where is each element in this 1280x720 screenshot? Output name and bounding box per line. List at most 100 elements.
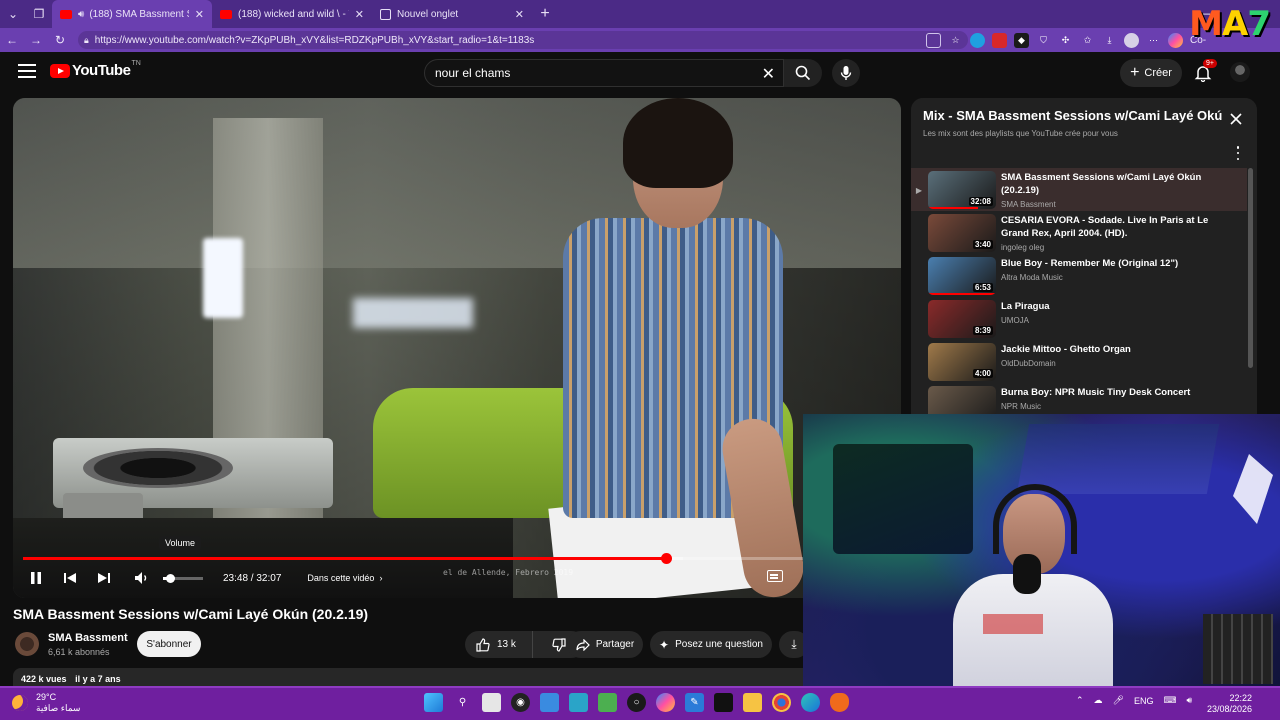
playlist-item[interactable]: 4:00 Jackie Mittoo - Ghetto Organ OldDubDo… (911, 340, 1247, 383)
tray-mic-icon[interactable]: 🎤︎ (1113, 695, 1124, 706)
subtitles-icon[interactable] (767, 570, 783, 582)
playlist-item[interactable]: 6:53 Blue Boy - Remember Me (Original 12"… (911, 254, 1247, 297)
more-vertical-icon[interactable] (1233, 146, 1243, 160)
tab-close-icon[interactable]: ✕ (355, 8, 364, 21)
extension-red-icon[interactable] (992, 32, 1007, 48)
tray-chevron-up-icon[interactable]: ⌃ (1076, 695, 1084, 706)
system-clock[interactable]: 22:22 23/08/2026 (1206, 693, 1252, 715)
task-view-icon[interactable] (482, 693, 501, 712)
dark-app-icon[interactable] (714, 693, 733, 712)
pen-app-icon[interactable]: ✎ (685, 693, 704, 712)
close-icon[interactable] (1229, 112, 1243, 126)
playlist-item[interactable]: ▶ 32:08 SMA Bassment Sessions w/Cami Layé … (911, 168, 1247, 211)
volume-slider[interactable] (163, 573, 203, 583)
chrome-like-icon[interactable] (772, 693, 791, 712)
copilot-icon[interactable] (1168, 32, 1183, 48)
playlist-item-title: Jackie Mittoo - Ghetto Organ (1001, 344, 1131, 355)
youtube-logo[interactable]: YouTube TN (50, 60, 141, 79)
extension-shield-icon[interactable]: ⛉ (1036, 33, 1051, 48)
next-button[interactable] (87, 566, 121, 590)
video-thumbnail[interactable]: 32:08 (928, 171, 996, 209)
green-app-icon[interactable] (598, 693, 617, 712)
video-thumbnail[interactable]: 6:53 (928, 257, 996, 295)
network-icon[interactable]: ⌨︎ (1164, 695, 1177, 706)
new-tab-page-icon (380, 8, 391, 20)
playlist-title[interactable]: Mix - SMA Bassment Sessions w/Cami Layé … (923, 108, 1223, 123)
mute-button[interactable] (125, 566, 159, 590)
subscribe-button[interactable]: S'abonner (137, 631, 201, 657)
app-grid-icon[interactable] (926, 32, 941, 48)
language-indicator[interactable]: ENG (1134, 696, 1154, 706)
notifications-button[interactable]: 9+ (1194, 59, 1217, 83)
pause-button[interactable] (19, 566, 53, 590)
tab-title: Nouvel onglet (397, 8, 459, 20)
browser-tab[interactable]: Nouvel onglet ✕ (372, 0, 532, 28)
back-arrow-icon[interactable]: ← (0, 28, 24, 52)
volume-tray-icon[interactable]: 🔊︎ (1187, 695, 1193, 706)
tab-close-icon[interactable]: ✕ (195, 8, 204, 21)
create-button[interactable]: + Créer (1120, 59, 1182, 87)
playlist-item[interactable]: 8:39 La Piragua UMOJA (911, 297, 1247, 340)
circle-app-icon[interactable]: ○ (627, 693, 646, 712)
extension-puzzle-icon[interactable]: ✣ (1058, 33, 1073, 48)
clear-search-icon[interactable]: ✕ (762, 64, 775, 84)
extension-blue-icon[interactable] (970, 32, 985, 48)
edge-browser-icon[interactable] (801, 693, 820, 712)
ask-question-button[interactable]: ✦ Posez une question (650, 631, 772, 658)
download-icon[interactable]: ⤓ (1102, 33, 1117, 48)
volume-knob[interactable] (166, 573, 176, 583)
brave-browser-icon[interactable] (830, 693, 849, 712)
video-thumbnail[interactable] (928, 386, 996, 416)
video-thumbnail[interactable]: 4:00 (928, 343, 996, 381)
channel-name[interactable]: SMA Bassment (48, 632, 128, 644)
search-input[interactable]: nour el chams ✕ (424, 59, 784, 87)
video-player[interactable]: el de Allende, Febrero 2019 Volume 23:48… (13, 98, 901, 598)
progress-bar[interactable] (23, 553, 891, 564)
network-app-icon[interactable] (569, 693, 588, 712)
search-button[interactable] (784, 59, 822, 87)
copilot-app-icon[interactable] (656, 693, 675, 712)
more-dots-icon[interactable]: ⋯ (1146, 33, 1161, 48)
chapters-button[interactable]: Dans cette vidéo › (307, 573, 382, 583)
share-button[interactable]: Partager (567, 631, 643, 658)
file-explorer-icon[interactable] (743, 693, 762, 712)
playlist-item[interactable]: Burna Boy: NPR Music Tiny Desk Concert NP… (911, 383, 1247, 416)
obs-icon[interactable]: ◉ (511, 693, 530, 712)
video-thumbnail[interactable]: 8:39 (928, 300, 996, 338)
account-avatar[interactable] (1230, 62, 1250, 82)
channel-avatar[interactable] (15, 632, 39, 656)
playlist-item[interactable]: 3:40 CESARIA EVORA - Sodade. Live In Pari… (911, 211, 1247, 254)
previous-button[interactable] (53, 566, 87, 590)
forward-arrow-icon[interactable]: → (24, 28, 48, 52)
speaker-icon[interactable]: 🔊︎ (78, 9, 84, 20)
browser-tab-active[interactable]: 🔊︎ (188) SMA Bassment Sessions w/Cami La… (52, 0, 212, 28)
weather-widget[interactable]: 29°C سماء صافية (12, 692, 80, 714)
new-tab-plus-icon[interactable]: + (532, 0, 558, 28)
tab-menu-chevron-icon[interactable]: ⌄ (0, 0, 26, 28)
hamburger-menu-icon[interactable] (18, 64, 36, 78)
workspaces-icon[interactable]: ❐ (26, 0, 52, 28)
taskbar-apps: ⚲ ◉ ○ ✎ (424, 693, 849, 712)
thumbs-up-icon (476, 637, 490, 652)
desktop-app-icon[interactable] (540, 693, 559, 712)
search-icon[interactable]: ⚲ (453, 693, 472, 712)
search-query: nour el chams (435, 66, 511, 80)
favorites-icon[interactable]: ✩ (1080, 33, 1095, 48)
video-thumbnail[interactable]: 3:40 (928, 214, 996, 252)
favorite-star-icon[interactable]: ☆ (948, 33, 963, 48)
cloud-icon[interactable]: ☁︎ (1094, 695, 1103, 706)
playlist-item-channel: OldDubDomain (1001, 359, 1056, 368)
playlist-scrollbar[interactable] (1248, 168, 1253, 368)
voice-search-button[interactable] (832, 59, 860, 87)
video-title: SMA Bassment Sessions w/Cami Layé Okún (… (13, 606, 369, 622)
extension-diamond-icon[interactable]: ◆ (1014, 32, 1029, 48)
tab-close-icon[interactable]: ✕ (515, 8, 524, 21)
address-bar[interactable]: 🔒︎ https://www.youtube.com/watch?v=ZKpPU… (78, 31, 968, 49)
refresh-icon[interactable]: ↻ (48, 28, 72, 52)
profile-avatar[interactable] (1124, 32, 1139, 48)
like-button[interactable]: 13 k (465, 631, 533, 658)
browser-tab[interactable]: (188) wicked and wild \ - YouTube ✕ (212, 0, 372, 28)
description-box[interactable]: 422 k vues il y a 7 ans (13, 668, 813, 688)
view-count: 422 k vues (21, 674, 67, 684)
windows-start-icon[interactable] (424, 693, 443, 712)
